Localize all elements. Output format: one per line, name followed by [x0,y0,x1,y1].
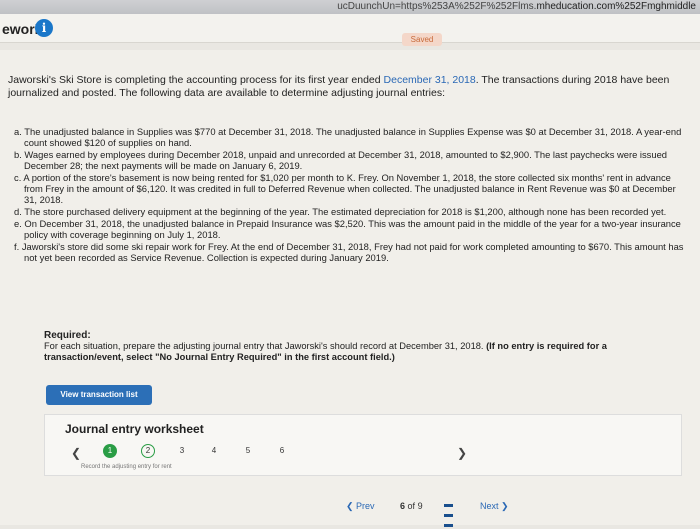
required-instructions: For each situation, prepare the adjustin… [44,341,607,362]
page-indicator: 6 of 9 [400,501,423,511]
worksheet-title: Journal entry worksheet [65,422,204,436]
list-item: f. Jaworski's store did some ski repair … [14,241,684,263]
browser-bar: ucDuunchUn=https%253A%252F%252Flms.mhedu… [0,0,700,14]
highlighted-date: December 31, 2018 [383,74,476,86]
worksheet-hint: Record the adjusting entry for rent [81,464,172,470]
problem-intro: Jaworski's Ski Store is completing the a… [8,74,670,99]
chevron-left-icon[interactable]: ❮ [71,446,81,460]
bottom-navigation: ❮ Prev 6 of 9 Next ❯ [320,497,580,527]
list-item: a. The unadjusted balance in Supplies wa… [14,126,682,148]
list-item: d. The store purchased delivery equipmen… [14,206,667,217]
adjustment-items: a. The unadjusted balance in Supplies wa… [14,126,686,264]
list-item: c. A portion of the store's basement is … [14,172,676,205]
list-item: b. Wages earned by employees during Dece… [14,149,668,171]
title-bar [0,14,700,43]
journal-entry-worksheet: Journal entry worksheet ❮ 1 2 3 4 5 6 ❯ … [44,414,682,476]
view-transaction-list-button[interactable]: View transaction list [46,385,152,405]
chevron-right-icon[interactable]: ❯ [457,446,467,460]
step-3[interactable]: 3 [175,444,189,458]
next-button[interactable]: Next ❯ [480,501,509,512]
grid-icon[interactable] [444,499,456,527]
step-4[interactable]: 4 [207,444,221,458]
url-bar[interactable]: ucDuunchUn=https%253A%252F%252Flms.mhedu… [337,0,696,14]
required-label: Required: [44,330,91,341]
saved-badge: Saved [402,33,442,46]
step-2[interactable]: 2 [141,444,155,458]
info-icon[interactable]: i [35,19,53,37]
step-6[interactable]: 6 [275,444,289,458]
prev-button[interactable]: ❮ Prev [346,501,375,512]
step-1[interactable]: 1 [103,444,117,458]
step-5[interactable]: 5 [241,444,255,458]
list-item: e. On December 31, 2018, the unadjusted … [14,218,681,240]
